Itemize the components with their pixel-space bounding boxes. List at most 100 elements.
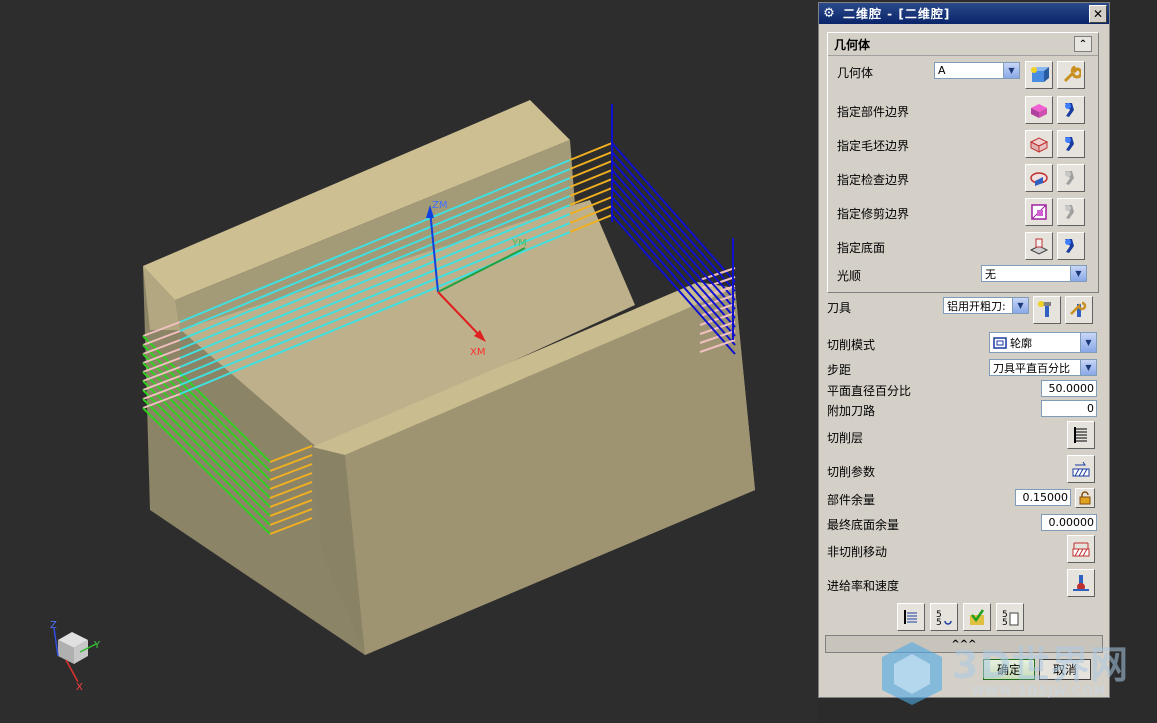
model-view: ZM YM XM Z Y X xyxy=(50,100,755,693)
part-stock-input[interactable]: 0.15000 xyxy=(1015,489,1071,506)
edit-tool-icon xyxy=(1070,301,1087,317)
new-tool-icon xyxy=(1038,301,1051,317)
blank-boundary-label: 指定毛坯边界 xyxy=(837,139,910,153)
geometry-section-title: 几何体 xyxy=(834,37,871,52)
display-part-boundary-button[interactable] xyxy=(1057,96,1085,124)
generate-button[interactable] xyxy=(897,603,925,631)
additional-passes-label: 附加刀路 xyxy=(827,404,876,418)
blank-boundary-icon xyxy=(1029,137,1049,153)
display-check-boundary-button[interactable] xyxy=(1057,164,1085,192)
graphics-viewport[interactable]: ZM YM XM Z Y X xyxy=(0,0,818,723)
tool-select[interactable]: 铝用开粗刀: ▼ xyxy=(943,297,1029,314)
close-icon[interactable]: ✕ xyxy=(1089,4,1107,23)
select-floor-button[interactable] xyxy=(1025,232,1053,260)
flashlight-icon xyxy=(1065,239,1074,253)
select-check-boundary-button[interactable] xyxy=(1025,164,1053,192)
svg-text:5: 5 xyxy=(936,618,942,627)
list-button[interactable]: 55 xyxy=(996,603,1024,631)
stepover-select-value: 刀具平直百分比 xyxy=(993,361,1070,375)
new-tool-button[interactable] xyxy=(1033,296,1061,324)
check-boundary-label: 指定检查边界 xyxy=(837,173,910,187)
toolpath-blue-line xyxy=(611,160,736,301)
display-blank-boundary-button[interactable] xyxy=(1057,130,1085,158)
percent-flat-diameter-input[interactable]: 50.0000 xyxy=(1041,380,1097,397)
part-stock-lock-button[interactable] xyxy=(1075,488,1095,508)
select-blank-boundary-button[interactable] xyxy=(1025,130,1053,158)
geometry-section-header[interactable]: 几何体 ⌃ xyxy=(828,33,1098,56)
non-cutting-moves-icon xyxy=(1072,542,1090,557)
collapse-icon[interactable]: ⌃ xyxy=(1074,36,1092,52)
ym-axis-label: YM xyxy=(511,238,527,249)
smoothing-select[interactable]: 无 ▼ xyxy=(981,265,1087,282)
flashlight-icon xyxy=(1065,103,1074,117)
chevron-down-icon[interactable]: ▼ xyxy=(1003,63,1019,78)
part-boundary-icon xyxy=(1031,104,1047,118)
final-floor-stock-label: 最终底面余量 xyxy=(827,518,900,532)
gear-icon[interactable]: ⚙ xyxy=(821,6,837,22)
cutting-parameters-icon xyxy=(1072,461,1090,477)
cut-pattern-label: 切削模式 xyxy=(827,338,876,352)
chevron-down-icon[interactable]: ▼ xyxy=(1080,333,1096,352)
cut-levels-button[interactable] xyxy=(1067,421,1095,449)
replay-button[interactable]: 55 xyxy=(930,603,958,631)
cut-levels-icon xyxy=(1074,427,1087,443)
percent-flat-diameter-label: 平面直径百分比 xyxy=(827,384,912,398)
select-part-boundary-button[interactable] xyxy=(1025,96,1053,124)
cut-pattern-select[interactable]: 轮廓 ▼ xyxy=(989,332,1097,353)
dialog-titlebar[interactable]: ⚙ 二维腔 - [二维腔] ✕ xyxy=(819,3,1109,24)
smoothing-select-value: 无 xyxy=(985,267,996,281)
edit-tool-button[interactable] xyxy=(1065,296,1093,324)
feeds-speeds-label: 进给率和速度 xyxy=(827,579,900,593)
tool-label: 刀具 xyxy=(827,301,852,315)
xm-axis-label: XM xyxy=(470,347,485,358)
chevron-down-icon[interactable]: ▼ xyxy=(1070,266,1086,281)
display-floor-button[interactable] xyxy=(1057,232,1085,260)
toolpath-orange-line xyxy=(569,169,613,188)
trim-boundary-label: 指定修剪边界 xyxy=(837,207,910,221)
geometry-select[interactable]: A ▼ xyxy=(934,62,1020,79)
verify-button[interactable] xyxy=(963,603,991,631)
stepover-select[interactable]: 刀具平直百分比 ▼ xyxy=(989,359,1097,376)
new-geometry-button[interactable] xyxy=(1025,61,1053,89)
part-boundary-label: 指定部件边界 xyxy=(837,105,910,119)
view-triad[interactable]: Z Y X xyxy=(50,620,101,693)
chevron-down-icon[interactable]: ▼ xyxy=(1012,298,1028,313)
feeds-speeds-button[interactable] xyxy=(1067,569,1095,597)
triad-x-label: X xyxy=(76,682,83,693)
display-trim-boundary-button[interactable] xyxy=(1057,198,1085,226)
new-geometry-icon xyxy=(1031,67,1049,82)
cut-levels-label: 切削层 xyxy=(827,431,864,445)
expand-bar[interactable]: ^^^ xyxy=(825,635,1103,653)
check-boundary-icon xyxy=(1030,172,1048,186)
chevron-down-icon[interactable]: ▼ xyxy=(1080,360,1096,375)
profile-pattern-icon xyxy=(993,336,1007,349)
cancel-button[interactable]: 取消 xyxy=(1039,659,1091,680)
toolpath-orange-line xyxy=(569,142,613,161)
cutting-parameters-button[interactable] xyxy=(1067,455,1095,483)
edit-geometry-button[interactable] xyxy=(1057,61,1085,89)
dialog-title: 二维腔 - [二维腔] xyxy=(843,7,951,21)
planar-mill-dialog: ⚙ 二维腔 - [二维腔] ✕ 几何体 ⌃ 几何体 A ▼ 指定部件边界 指定毛… xyxy=(818,2,1110,698)
tool-select-value: 铝用开粗刀: xyxy=(947,299,1006,313)
verify-icon xyxy=(970,609,985,625)
non-cutting-moves-button[interactable] xyxy=(1067,535,1095,563)
replay-icon: 55 xyxy=(936,610,952,627)
toolpath-blue-line xyxy=(611,151,736,292)
additional-passes-input[interactable]: 0 xyxy=(1041,400,1097,417)
triad-z-label: Z xyxy=(50,620,57,631)
stepover-label: 步距 xyxy=(827,363,852,377)
toolpath-orange-line xyxy=(569,160,613,179)
final-floor-stock-input[interactable]: 0.00000 xyxy=(1041,514,1097,531)
wrench-icon xyxy=(1063,65,1081,83)
smoothing-label: 光顺 xyxy=(837,269,862,283)
non-cutting-moves-label: 非切削移动 xyxy=(827,545,888,559)
toolpath-blue-line xyxy=(611,142,736,283)
triad-y-label: Y xyxy=(93,640,101,651)
generate-icon xyxy=(904,610,917,624)
list-icon: 55 xyxy=(1002,610,1019,627)
select-trim-boundary-button[interactable] xyxy=(1025,198,1053,226)
cutting-parameters-label: 切削参数 xyxy=(827,465,876,479)
floor-label: 指定底面 xyxy=(837,241,886,255)
ok-button[interactable]: 确定 xyxy=(983,659,1035,680)
cut-pattern-select-value: 轮廓 xyxy=(1010,336,1032,350)
